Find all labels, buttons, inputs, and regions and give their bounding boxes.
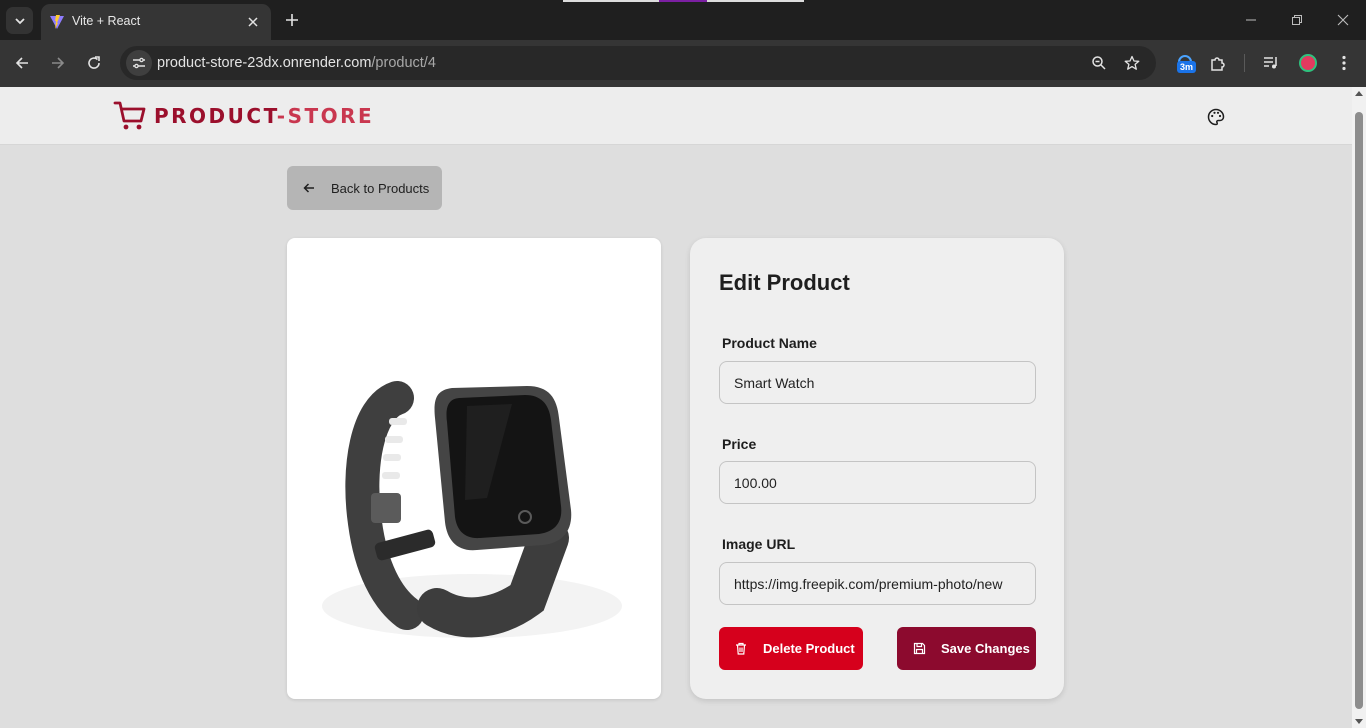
reload-button[interactable] (83, 52, 105, 74)
scroll-down-arrow[interactable] (1355, 719, 1363, 724)
cart-icon (113, 101, 146, 130)
address-bar[interactable]: product-store-23dx.onrender.com/product/… (120, 46, 1156, 80)
forward-arrow-icon (52, 57, 65, 69)
site-navbar: PRODUCT-STORE (0, 87, 1352, 145)
back-to-products-button[interactable]: Back to Products (287, 166, 442, 210)
smart-watch-illustration (322, 381, 622, 638)
product-name-label: Product Name (722, 335, 817, 351)
extension-badge-text: 3m (1177, 61, 1197, 73)
puzzle-icon (1211, 57, 1225, 71)
back-arrow-icon (15, 57, 28, 69)
top-strip (707, 0, 804, 2)
menu-icon (1342, 55, 1346, 71)
top-strip (563, 0, 659, 2)
close-tab-button[interactable] (243, 12, 263, 32)
reload-icon (88, 56, 100, 69)
restore-icon (1292, 15, 1302, 25)
zoom-icon (1092, 56, 1106, 70)
toolbar-divider (1244, 54, 1245, 72)
brand-name-part2: -STORE (276, 104, 375, 128)
bookmark-button[interactable] (1122, 53, 1142, 73)
site-settings-icon (133, 57, 145, 69)
price-input[interactable] (719, 461, 1036, 504)
restore-button[interactable] (1286, 9, 1308, 31)
brand-name-part1: PRODUCT (154, 104, 277, 128)
close-window-button[interactable] (1332, 9, 1354, 31)
chevron-down-icon (14, 17, 25, 24)
chrome-menu-button[interactable] (1333, 52, 1355, 74)
close-icon (1337, 14, 1349, 26)
back-to-products-label: Back to Products (331, 180, 430, 196)
delete-product-button[interactable]: Delete Product (719, 627, 863, 670)
edit-product-title: Edit Product (719, 270, 850, 295)
browser-tab[interactable]: Vite + React (41, 4, 271, 40)
tab-bar: Vite + React (0, 0, 1366, 40)
minimize-icon (1246, 19, 1256, 21)
palette-icon (1207, 108, 1225, 126)
page-viewport: PRODUCT-STORE Back to Products Edit Prod… (0, 87, 1352, 728)
star-icon (1124, 55, 1140, 70)
url-text: product-store-23dx.onrender.com/product/… (157, 55, 436, 71)
browser-toolbar: product-store-23dx.onrender.com/product/… (0, 40, 1366, 87)
url-host: product-store-23dx.onrender.com (157, 55, 372, 71)
trash-icon (734, 642, 748, 656)
tab-title: Vite + React (72, 14, 141, 28)
media-control-button[interactable] (1260, 52, 1282, 74)
scroll-thumb[interactable] (1355, 112, 1363, 709)
arrow-left-icon (302, 181, 316, 195)
minimize-button[interactable] (1240, 9, 1262, 31)
vite-icon (50, 15, 64, 29)
zoom-button[interactable] (1089, 53, 1109, 73)
brand-name: PRODUCT-STORE (154, 104, 374, 128)
save-icon (912, 642, 926, 656)
back-button[interactable] (11, 52, 33, 74)
site-info-button[interactable] (126, 50, 152, 76)
url-path: /product/4 (371, 55, 436, 71)
top-strip (659, 0, 707, 2)
product-image (287, 238, 661, 699)
plus-icon (286, 14, 298, 26)
brand-logo[interactable]: PRODUCT-STORE (113, 100, 374, 132)
new-tab-button[interactable] (282, 10, 302, 30)
forward-button[interactable] (47, 52, 69, 74)
delete-product-label: Delete Product (763, 641, 855, 656)
media-icon (1264, 57, 1277, 69)
image-url-input[interactable] (719, 562, 1036, 605)
price-label: Price (722, 436, 757, 452)
image-url-label: Image URL (722, 536, 796, 552)
profile-avatar[interactable] (1299, 54, 1317, 72)
save-changes-label: Save Changes (941, 641, 1030, 656)
close-icon (248, 17, 258, 27)
page-scrollbar[interactable] (1352, 87, 1366, 728)
extensions-menu-button[interactable] (1207, 52, 1229, 74)
tab-search-button[interactable] (6, 7, 33, 34)
theme-selector-button[interactable] (1205, 106, 1227, 128)
edit-product-card: Edit Product Product Name Price Image UR… (690, 238, 1064, 699)
scroll-up-arrow[interactable] (1355, 91, 1363, 96)
product-name-input[interactable] (719, 361, 1036, 404)
save-changes-button[interactable]: Save Changes (897, 627, 1036, 670)
